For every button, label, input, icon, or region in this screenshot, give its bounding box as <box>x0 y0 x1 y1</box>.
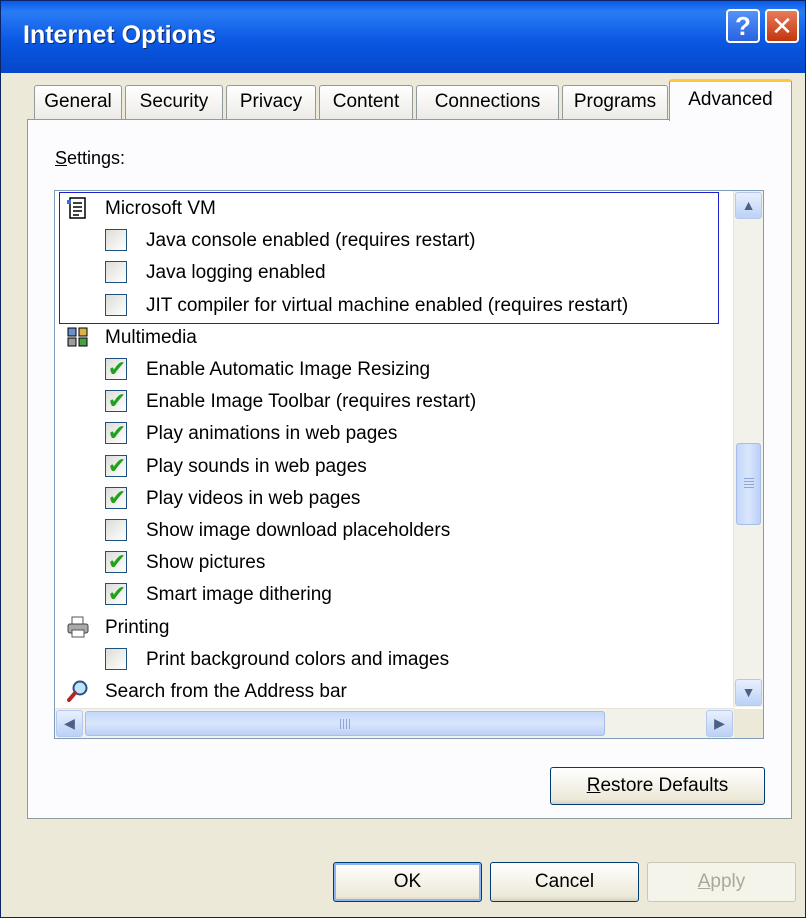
setting-group-label: Microsoft VM <box>105 198 216 219</box>
tab-programs[interactable]: Programs <box>562 85 668 119</box>
setting-label: JIT compiler for virtual machine enabled… <box>146 294 629 316</box>
title-bar[interactable]: Internet Options ? ✕ <box>1 1 805 73</box>
tab-privacy[interactable]: Privacy <box>226 85 316 119</box>
scroll-up-button[interactable]: ▲ <box>735 192 762 219</box>
setting-group-label: Search from the Address bar <box>105 681 347 702</box>
setting-group-header: Printing <box>55 613 735 643</box>
setting-checkbox-row[interactable]: ✔ Enable Automatic Image Resizing <box>55 355 735 385</box>
setting-label: Show pictures <box>146 552 266 574</box>
apply-button: Apply <box>647 862 796 902</box>
horizontal-scroll-thumb[interactable] <box>85 711 605 736</box>
window-title: Internet Options <box>23 21 217 49</box>
checkmark-icon: ✔ <box>107 452 127 478</box>
setting-checkbox-row[interactable]: Java console enabled (requires restart) <box>55 226 735 256</box>
tab-general[interactable]: General <box>34 85 122 119</box>
checkmark-icon: ✔ <box>107 356 127 381</box>
setting-label: Smart image dithering <box>146 584 332 606</box>
checkbox-checked[interactable]: ✔ <box>105 484 127 510</box>
scroll-right-button[interactable]: ▶ <box>706 710 733 737</box>
apply-label: pply <box>710 871 746 892</box>
checkbox-unchecked[interactable] <box>105 261 127 284</box>
settings-list[interactable]: Microsoft VM Java console enabled (requir… <box>54 190 764 739</box>
setting-checkbox-row[interactable]: ✔ Play sounds in web pages <box>55 452 735 482</box>
tab-content[interactable]: Content <box>319 85 413 119</box>
setting-checkbox-row[interactable]: JIT compiler for virtual machine enabled… <box>55 291 735 321</box>
setting-label: Java logging enabled <box>146 262 326 284</box>
multimedia-icon <box>66 325 90 349</box>
setting-checkbox-row[interactable]: ✔ Smart image dithering <box>55 580 735 610</box>
settings-label-rest: ettings: <box>67 148 126 168</box>
scroll-down-button[interactable]: ▼ <box>735 679 762 706</box>
ok-button[interactable]: OK <box>333 862 482 902</box>
checkmark-icon: ✔ <box>107 420 127 446</box>
tab-security[interactable]: Security <box>125 85 223 119</box>
thumb-grip <box>340 719 352 729</box>
help-button[interactable]: ? <box>726 9 760 43</box>
setting-checkbox-row[interactable]: ✔ Enable Image Toolbar (requires restart) <box>55 387 735 417</box>
search-icon <box>66 679 90 703</box>
document-icon <box>66 196 90 220</box>
vertical-scroll-thumb[interactable] <box>736 443 761 525</box>
checkbox-checked[interactable]: ✔ <box>105 452 127 478</box>
checkmark-icon: ✔ <box>107 484 127 510</box>
scroll-left-button[interactable]: ◀ <box>56 710 83 737</box>
checkbox-unchecked[interactable] <box>105 519 127 541</box>
setting-label: Play videos in web pages <box>146 487 361 509</box>
setting-checkbox-row[interactable]: Show image download placeholders <box>55 516 735 546</box>
checkmark-icon: ✔ <box>107 388 127 414</box>
restore-accesskey: R <box>586 775 601 796</box>
checkbox-checked[interactable]: ✔ <box>105 420 127 446</box>
setting-checkbox-row[interactable]: Java logging enabled <box>55 258 735 288</box>
vertical-scrollbar[interactable]: ▲ ▼ <box>733 191 763 707</box>
setting-label: Enable Image Toolbar (requires restart) <box>146 391 477 413</box>
setting-group-header: Multimedia <box>55 323 735 353</box>
setting-label: Play animations in web pages <box>146 423 398 445</box>
setting-group-header: Search from the Address bar <box>55 677 735 707</box>
setting-label: Enable Automatic Image Resizing <box>146 359 431 380</box>
checkmark-icon: ✔ <box>107 581 127 607</box>
setting-label: Play sounds in web pages <box>146 455 367 477</box>
horizontal-scrollbar[interactable]: ◀ ▶ <box>55 708 735 738</box>
checkbox-unchecked[interactable] <box>105 293 127 316</box>
checkbox-unchecked[interactable] <box>105 229 127 252</box>
setting-checkbox-row[interactable]: ✔ Show pictures <box>55 548 735 578</box>
restore-defaults-button[interactable]: Restore Defaults <box>550 767 765 805</box>
setting-label: Print background colors and images <box>146 648 450 670</box>
internet-options-dialog: Internet Options ? ✕ General Security Pr… <box>0 0 806 918</box>
checkbox-checked[interactable]: ✔ <box>105 388 127 414</box>
scroll-corner <box>734 709 763 738</box>
setting-checkbox-row[interactable]: ✔ Play animations in web pages <box>55 419 735 449</box>
settings-label-accesskey: S <box>55 148 68 168</box>
tab-connections[interactable]: Connections <box>416 85 559 119</box>
setting-label: Java console enabled (requires restart) <box>146 230 476 252</box>
checkbox-checked[interactable]: ✔ <box>105 356 127 381</box>
checkbox-unchecked[interactable] <box>105 647 127 670</box>
restore-label: estore Defaults <box>600 775 729 796</box>
apply-accesskey: A <box>697 871 711 892</box>
setting-checkbox-row[interactable]: ✔ Play videos in web pages <box>55 484 735 514</box>
setting-group-label: Printing <box>105 616 170 638</box>
setting-group-header: Microsoft VM <box>55 194 735 224</box>
tab-advanced[interactable]: Advanced <box>669 79 792 121</box>
setting-group-label: Multimedia <box>105 326 197 348</box>
checkmark-icon: ✔ <box>107 549 127 575</box>
setting-label: Show image download placeholders <box>146 520 451 541</box>
printer-icon <box>66 615 90 639</box>
checkbox-checked[interactable]: ✔ <box>105 549 127 575</box>
setting-checkbox-row[interactable]: Print background colors and images <box>55 645 735 675</box>
cancel-button[interactable]: Cancel <box>490 862 639 902</box>
checkbox-checked[interactable]: ✔ <box>105 581 127 607</box>
settings-label: Settings: <box>55 148 125 169</box>
thumb-grip <box>744 478 754 490</box>
close-button[interactable]: ✕ <box>765 9 799 43</box>
